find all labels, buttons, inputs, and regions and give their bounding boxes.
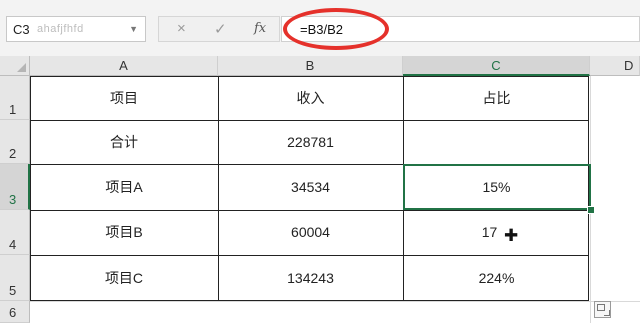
- cell-b4[interactable]: 60004: [218, 210, 403, 255]
- column-header-a[interactable]: A: [30, 56, 218, 76]
- chevron-down-icon[interactable]: ▼: [129, 24, 138, 34]
- column-header-d[interactable]: D: [590, 56, 640, 76]
- insert-function-icon[interactable]: fx: [254, 21, 266, 36]
- cell-c5[interactable]: 224%: [403, 255, 590, 301]
- corner-triangle-icon: [17, 63, 26, 72]
- cell-b2[interactable]: 228781: [218, 120, 403, 164]
- enter-icon[interactable]: ✓: [214, 20, 227, 38]
- quick-analysis-icon[interactable]: [594, 301, 611, 318]
- cell-c2[interactable]: [403, 120, 590, 164]
- row-number: 5: [9, 283, 17, 298]
- cell-c1[interactable]: 占比: [403, 76, 590, 120]
- name-box-ref: C3: [13, 22, 30, 37]
- row-number: 1: [9, 102, 17, 117]
- cell-a2[interactable]: 合计: [30, 120, 218, 164]
- row-number: 6: [9, 305, 17, 320]
- row-header-5[interactable]: 5: [0, 255, 30, 301]
- formula-buttons: × ✓ fx: [158, 16, 280, 42]
- column-header-c[interactable]: C: [403, 56, 590, 76]
- select-all-corner[interactable]: [0, 56, 30, 76]
- row-header-3[interactable]: 3: [0, 164, 30, 210]
- cell-b1[interactable]: 收入: [218, 76, 403, 120]
- row-header-6[interactable]: 6: [0, 301, 30, 323]
- cell-a5[interactable]: 项目C: [30, 255, 218, 301]
- cell-c4[interactable]: 17: [403, 210, 590, 255]
- row-divider: [30, 120, 589, 121]
- cell-a1[interactable]: 项目: [30, 76, 218, 120]
- row-header-2[interactable]: 2: [0, 120, 30, 164]
- cell-a4[interactable]: 项目B: [30, 210, 218, 255]
- cell-a3[interactable]: 项目A: [30, 164, 218, 210]
- row-6-cells[interactable]: [30, 301, 640, 324]
- column-divider: [218, 76, 219, 301]
- row-divider: [30, 210, 589, 211]
- active-cell-border: [403, 164, 591, 210]
- row-number: 2: [9, 146, 17, 161]
- row-header-1[interactable]: 1: [0, 76, 30, 120]
- name-box[interactable]: C3 ahafjfhfd ▼: [6, 16, 146, 42]
- column-d-cells[interactable]: [590, 76, 640, 323]
- name-box-ghost-text: ahafjfhfd: [37, 23, 84, 35]
- cancel-icon[interactable]: ×: [177, 20, 186, 37]
- row-divider: [30, 255, 589, 256]
- formula-bar-area: C3 ahafjfhfd ▼ × ✓ fx =B3/B2: [0, 0, 640, 56]
- annotation-circle: [283, 8, 389, 50]
- fill-handle[interactable]: [587, 206, 595, 214]
- cell-cursor-icon: ✚: [504, 226, 519, 245]
- column-header-b[interactable]: B: [218, 56, 403, 76]
- cell-b5[interactable]: 134243: [218, 255, 403, 301]
- row-header-4[interactable]: 4: [0, 210, 30, 255]
- row-number: 3: [9, 192, 17, 207]
- cell-b3[interactable]: 34534: [218, 164, 403, 210]
- row-number: 4: [9, 237, 17, 252]
